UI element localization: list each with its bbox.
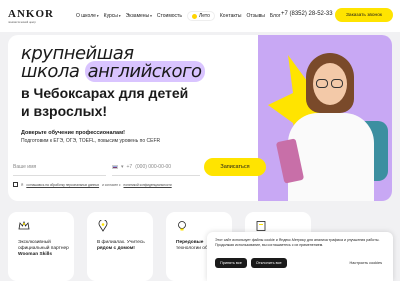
cookie-settings-button[interactable]: Настроить cookies: [344, 258, 387, 268]
logo[interactable]: ANKOR лингвистический центр: [8, 7, 66, 24]
feature-text: В филиалах. Учитесь рядом с домом!: [97, 240, 153, 252]
nav-item-reviews[interactable]: Отзывы: [247, 13, 265, 19]
hero-title-word: школа: [21, 61, 80, 82]
name-input[interactable]: Ваше имя: [13, 158, 106, 176]
phone-link[interactable]: +7 (8352) 28-52-33: [281, 11, 333, 17]
nav-label: Курсы: [103, 13, 118, 19]
chevron-down-icon: ▾: [118, 14, 121, 18]
cookie-buttons: Принять все Отклонить все Настроить cook…: [215, 258, 387, 268]
hero-title-line1: крупнейшая: [21, 43, 134, 64]
name-placeholder: Ваше имя: [13, 163, 37, 170]
nav-item-contacts[interactable]: Контакты: [220, 13, 242, 19]
feature-card: Эксклюзивный официальный партнер Wooman S…: [8, 212, 74, 281]
feature-text-bold: Передовые: [176, 240, 204, 245]
sun-icon: [191, 13, 197, 19]
nav-label: О школе: [76, 13, 96, 19]
feature-card: В филиалах. Учитесь рядом с домом!: [87, 212, 153, 281]
callback-button[interactable]: Заказать звонок: [335, 8, 393, 22]
feature-text-plain: Эксклюзивный официальный партнер: [18, 240, 69, 251]
main-nav: О школе▾ Курсы▾ Экзамены▾ Стоимость Лето…: [76, 11, 281, 21]
cookie-text: Этот сайт использует файлы cookie и Янде…: [215, 238, 380, 247]
location-icon: [98, 220, 108, 232]
nav-item-summer[interactable]: Лето: [186, 11, 215, 21]
phone-prefix: +7: [126, 163, 133, 170]
hero-image: [258, 35, 392, 201]
nav-item-about[interactable]: О школе▾: [76, 13, 99, 19]
nav-label: Лето: [198, 13, 210, 19]
hero-title-highlight: английского: [84, 61, 205, 82]
consent-text: Я: [21, 182, 24, 187]
signup-button[interactable]: Записаться: [204, 158, 266, 176]
consent-row: Я соглашаюсь на обработку персональных д…: [13, 182, 172, 187]
russia-flag-icon: [112, 164, 118, 169]
chevron-down-icon: ▾: [150, 14, 152, 18]
feature-text-plain: В филиалах. Учитесь: [97, 240, 145, 245]
consent-checkbox[interactable]: [13, 182, 18, 187]
glasses-left: [316, 79, 328, 88]
person-body: [288, 113, 374, 201]
feature-text: Эксклюзивный официальный партнер Wooman S…: [18, 240, 74, 258]
accept-all-button[interactable]: Принять все: [215, 258, 247, 268]
consent-link[interactable]: соглашаюсь на обработку персональных дан…: [26, 183, 99, 187]
hero-banner: крупнейшая школа английского в Чебоксара…: [8, 35, 392, 201]
feature-text-bold: Wooman Skills: [18, 252, 53, 257]
reject-all-button[interactable]: Отклонить все: [250, 258, 287, 268]
hero-subtitle: Доверьте обучение профессионалам!: [21, 130, 125, 136]
nav-item-price[interactable]: Стоимость: [157, 13, 182, 19]
hero-title-line3: в Чебоксарах для детей: [21, 85, 189, 101]
logo-subtitle: лингвистический центр: [8, 20, 36, 24]
signup-form: Ваше имя ▾ +7 (000) 000-00-00 Записаться: [8, 158, 266, 201]
hero-description: Подготовим к ЕГЭ, ОГЭ, TOEFL, повысим ур…: [21, 138, 161, 144]
phone-input[interactable]: ▾ +7 (000) 000-00-00: [112, 158, 200, 176]
lightbulb-icon: [178, 221, 186, 231]
logo-text: ANKOR: [8, 7, 54, 20]
consent-text: и согласен с: [102, 182, 121, 187]
document-icon: [256, 221, 266, 231]
nav-item-blog[interactable]: Блог: [270, 13, 281, 19]
nav-item-exams[interactable]: Экзамены▾: [126, 13, 152, 19]
privacy-link[interactable]: политикой конфиденциальности: [123, 183, 171, 187]
chevron-down-icon: ▾: [121, 163, 124, 170]
crown-icon: [18, 220, 30, 230]
nav-item-courses[interactable]: Курсы▾: [104, 13, 121, 19]
feature-text-bold: рядом с домом!: [97, 246, 135, 251]
chevron-down-icon: ▾: [96, 14, 99, 18]
nav-label: Экзамены: [125, 13, 150, 19]
hero-title-line2: школа английского: [21, 61, 205, 82]
phone-placeholder: (000) 000-00-00: [135, 163, 172, 170]
hero-title-line4: и взрослых!: [21, 103, 108, 119]
cookie-banner: Этот сайт использует файлы cookie и Янде…: [207, 232, 393, 281]
glasses-right: [331, 79, 343, 88]
